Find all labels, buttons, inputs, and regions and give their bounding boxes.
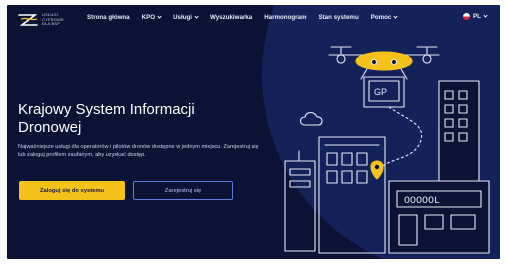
drone-screen-text: GP bbox=[374, 87, 387, 97]
nav-item-system-status[interactable]: Stan systemu bbox=[318, 14, 358, 21]
poland-flag-icon bbox=[463, 13, 470, 20]
logo-icon bbox=[18, 14, 38, 26]
language-code: PL bbox=[473, 13, 481, 20]
nav-item-search[interactable]: Wyszukiwarka bbox=[210, 14, 252, 21]
cloud-icon bbox=[299, 111, 323, 126]
top-navigation: USŁUGI CYFROWE DLA BSP Strona główna KPO… bbox=[7, 5, 500, 33]
hero-description: Najważniejsze usługi dla operatorów i pi… bbox=[18, 144, 259, 158]
hero-title-line-1: Krajowy System Informacji bbox=[18, 101, 195, 118]
nav-item-help[interactable]: Pomoc bbox=[371, 14, 398, 21]
nav-item-services[interactable]: Usługi bbox=[173, 14, 199, 21]
hero-title: Krajowy System Informacji Dronowej bbox=[18, 101, 218, 137]
hero-title-line-2: Dronowej bbox=[18, 119, 82, 136]
chevron-down-icon bbox=[393, 14, 398, 19]
logo-line-3: DLA BSP bbox=[42, 21, 61, 27]
chevron-down-icon bbox=[483, 13, 488, 18]
drone-icon: GP bbox=[328, 46, 440, 108]
main-menu: Strona główna KPO Usługi Wyszukiwarka Ha… bbox=[87, 14, 398, 21]
logo-text: USŁUGI CYFROWE DLA BSP bbox=[42, 12, 64, 27]
location-pin-icon bbox=[370, 160, 384, 180]
register-button[interactable]: Zarejestruj się bbox=[133, 181, 233, 200]
drone-city-illustration: GP OOOOOL bbox=[284, 46, 490, 254]
building-sign-text: OOOOOL bbox=[404, 196, 440, 207]
site-logo[interactable]: USŁUGI CYFROWE DLA BSP bbox=[17, 10, 64, 30]
login-button[interactable]: Zaloguj się do systemu bbox=[19, 181, 125, 200]
chevron-down-icon bbox=[157, 14, 162, 19]
nav-item-home[interactable]: Strona główna bbox=[87, 14, 130, 21]
language-selector[interactable]: PL bbox=[463, 13, 488, 20]
nav-item-schedule[interactable]: Harmonogram bbox=[264, 14, 306, 21]
page-frame: USŁUGI CYFROWE DLA BSP Strona główna KPO… bbox=[7, 5, 500, 259]
nav-item-kpo[interactable]: KPO bbox=[142, 14, 162, 21]
chevron-down-icon bbox=[194, 14, 199, 19]
